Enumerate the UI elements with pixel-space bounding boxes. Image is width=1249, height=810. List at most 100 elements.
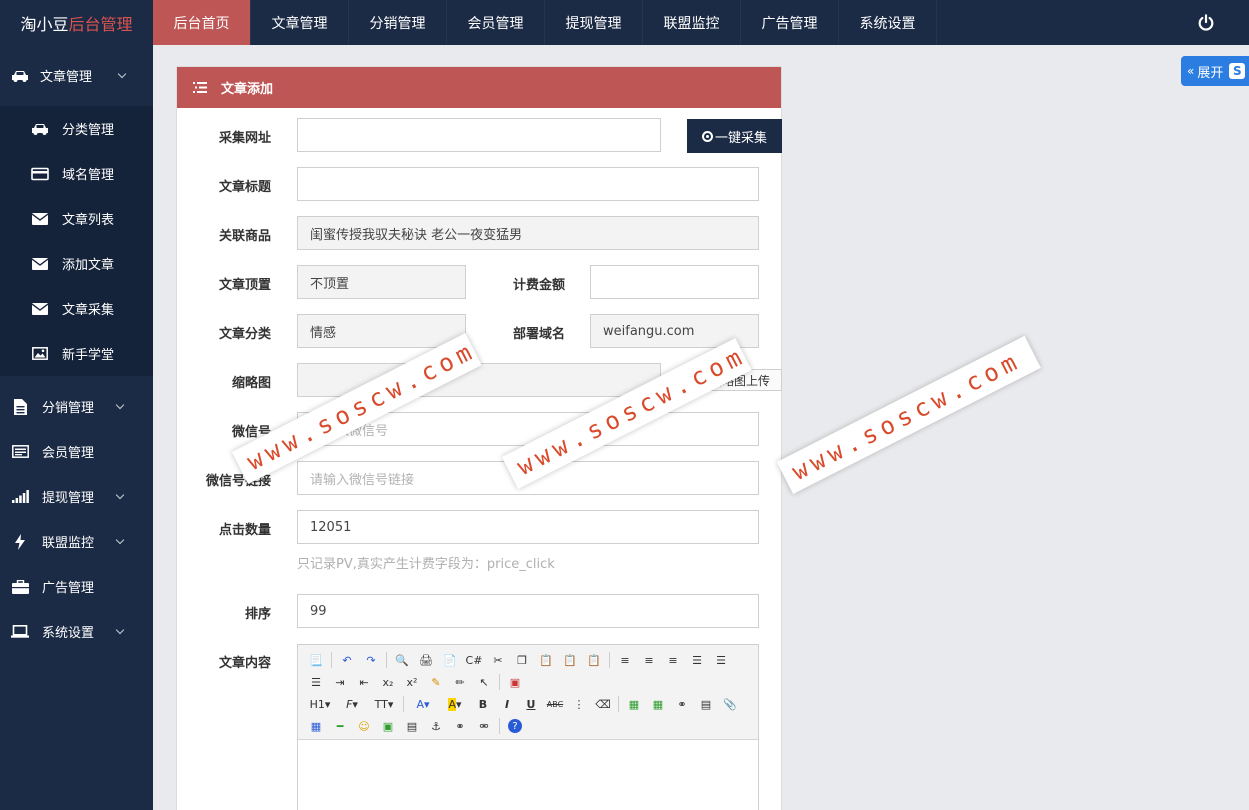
undo-icon[interactable]: ↶	[335, 650, 359, 670]
ordered-list-icon[interactable]: ☰	[709, 650, 733, 670]
link-icon[interactable]: ⚭	[448, 716, 472, 736]
template-icon[interactable]: 📄	[438, 650, 462, 670]
preview-icon[interactable]: 🔍	[390, 650, 414, 670]
media-icon[interactable]: ▤	[694, 694, 718, 714]
fullscreen-icon[interactable]: ▣	[503, 672, 527, 692]
tab-alliance[interactable]: 联盟监控	[643, 0, 741, 45]
multi-image-icon[interactable]: ▦	[646, 694, 670, 714]
tab-members[interactable]: 会员管理	[447, 0, 545, 45]
sidebar-item-distribution[interactable]: 分销管理	[0, 384, 153, 429]
indent-icon[interactable]: ⇥	[328, 672, 352, 692]
sidebar-item-label: 广告管理	[42, 581, 95, 596]
tab-articles[interactable]: 文章管理	[251, 0, 349, 45]
font-size-icon[interactable]: TT▾	[368, 694, 400, 714]
label-fee: 计费金额	[512, 278, 565, 293]
power-icon[interactable]	[1197, 14, 1215, 32]
anchor-icon[interactable]: ⚓	[424, 716, 448, 736]
image-icon	[30, 347, 50, 360]
clear-format-icon[interactable]: ✎	[424, 672, 448, 692]
sidebar-group-articles[interactable]: 文章管理	[0, 45, 153, 106]
paste-word-icon[interactable]: 📋	[582, 650, 606, 670]
gallery-icon[interactable]: ▣	[376, 716, 400, 736]
sidebar-item-label: 文章采集	[62, 303, 115, 318]
tab-ads[interactable]: 广告管理	[741, 0, 839, 45]
justify-icon[interactable]: ☰	[685, 650, 709, 670]
print-icon[interactable]: 🖨	[414, 650, 438, 670]
underline-icon[interactable]: U	[519, 694, 543, 714]
paste-text-icon[interactable]: 📋	[558, 650, 582, 670]
editor-toolbar: 📃 ↶ ↷ 🔍 🖨 📄 C# ✂ ❐ 📋 📋 📋 ≡ ≡ ≡ ☰ ☰ ☰ ⇥ ⇤…	[298, 645, 758, 740]
expand-button[interactable]: « 展开 S	[1181, 56, 1249, 86]
subscript-icon[interactable]: x₂	[376, 672, 400, 692]
align-left-icon[interactable]: ≡	[613, 650, 637, 670]
unlink-icon[interactable]: ⚮	[472, 716, 496, 736]
sidebar-item-settings[interactable]: 系统设置	[0, 609, 153, 654]
file-icon	[10, 398, 30, 415]
sidebar-item-ads[interactable]: 广告管理	[0, 564, 153, 609]
bold-icon[interactable]: B	[471, 694, 495, 714]
font-color-icon[interactable]: A▾	[407, 694, 439, 714]
label-url: 采集网址	[218, 131, 271, 146]
sidebar-item-article-list[interactable]: 文章列表	[0, 196, 153, 241]
collect-url-input[interactable]	[297, 118, 661, 152]
sidebar-item-withdraw[interactable]: 提现管理	[0, 474, 153, 519]
sidebar-item-members[interactable]: 会员管理	[0, 429, 153, 474]
copy-icon[interactable]: ❐	[510, 650, 534, 670]
sidebar-item-domain[interactable]: 域名管理	[0, 151, 153, 196]
font-family-icon[interactable]: F ▾	[336, 694, 368, 714]
table-icon[interactable]: ▦	[304, 716, 328, 736]
fee-amount-input[interactable]	[590, 265, 759, 299]
related-product-field[interactable]: 闺蜜传授我驭夫秘诀 老公一夜变猛男	[297, 216, 759, 250]
article-title-input[interactable]	[297, 167, 759, 201]
italic-icon[interactable]: I	[495, 694, 519, 714]
help-icon[interactable]: ?	[503, 716, 527, 736]
app-logo[interactable]: 淘小豆 后台管理	[0, 0, 153, 45]
insert-image-icon[interactable]: ▦	[622, 694, 646, 714]
sidebar: 文章管理 分类管理 域名管理 文章列表 添加文章 文章采集 新手学堂 分销管理 …	[0, 45, 153, 810]
unordered-list-icon[interactable]: ☰	[304, 672, 328, 692]
pin-top-select[interactable]: 不顶置	[297, 265, 466, 299]
align-right-icon[interactable]: ≡	[661, 650, 685, 670]
category-select[interactable]: 情感	[297, 314, 466, 348]
select-all-icon[interactable]: ↖	[472, 672, 496, 692]
source-icon[interactable]: 📃	[304, 650, 328, 670]
one-click-collect-button[interactable]: 一键采集	[687, 119, 782, 153]
eraser-icon[interactable]: ⌫	[591, 694, 615, 714]
label-content: 文章内容	[218, 656, 271, 671]
code-icon[interactable]: C#	[462, 650, 486, 670]
chevron-down-icon	[115, 535, 125, 545]
sort-order-input[interactable]: 99	[297, 594, 759, 628]
sidebar-item-alliance[interactable]: 联盟监控	[0, 519, 153, 564]
heading-icon[interactable]: H1▾	[304, 694, 336, 714]
highlight-color-icon[interactable]: A ▾	[439, 694, 471, 714]
credit-card-icon	[30, 167, 50, 181]
align-center-icon[interactable]: ≡	[637, 650, 661, 670]
panel-header: 文章添加	[177, 67, 781, 108]
tab-home[interactable]: 后台首页	[153, 0, 251, 45]
quick-format-icon[interactable]: ✏	[448, 672, 472, 692]
tab-settings[interactable]: 系统设置	[839, 0, 937, 45]
attachment-icon[interactable]: 📎	[718, 694, 742, 714]
superscript-icon[interactable]: x²	[400, 672, 424, 692]
hr-icon[interactable]: ━	[328, 716, 352, 736]
editor-content-area[interactable]	[298, 740, 758, 810]
sidebar-item-label: 新手学堂	[62, 348, 115, 363]
sidebar-item-article-collect[interactable]: 文章采集	[0, 286, 153, 331]
line-height-icon[interactable]: ⋮	[567, 694, 591, 714]
tab-distribution[interactable]: 分销管理	[349, 0, 447, 45]
click-count-input[interactable]: 12051	[297, 510, 759, 544]
label-wechat: 微信号	[231, 425, 271, 440]
cut-icon[interactable]: ✂	[486, 650, 510, 670]
strikethrough-icon[interactable]: ABC	[543, 694, 567, 714]
page-break-icon[interactable]: ▤	[400, 716, 424, 736]
paste-icon[interactable]: 📋	[534, 650, 558, 670]
sidebar-item-add-article[interactable]: 添加文章	[0, 241, 153, 286]
outdent-icon[interactable]: ⇤	[352, 672, 376, 692]
sidebar-item-label: 添加文章	[62, 258, 115, 273]
sidebar-item-tutorial[interactable]: 新手学堂	[0, 331, 153, 376]
redo-icon[interactable]: ↷	[359, 650, 383, 670]
sidebar-item-category[interactable]: 分类管理	[0, 106, 153, 151]
emoticon-icon[interactable]: ☺	[352, 716, 376, 736]
flash-icon[interactable]: ⚭	[670, 694, 694, 714]
tab-withdraw[interactable]: 提现管理	[545, 0, 643, 45]
